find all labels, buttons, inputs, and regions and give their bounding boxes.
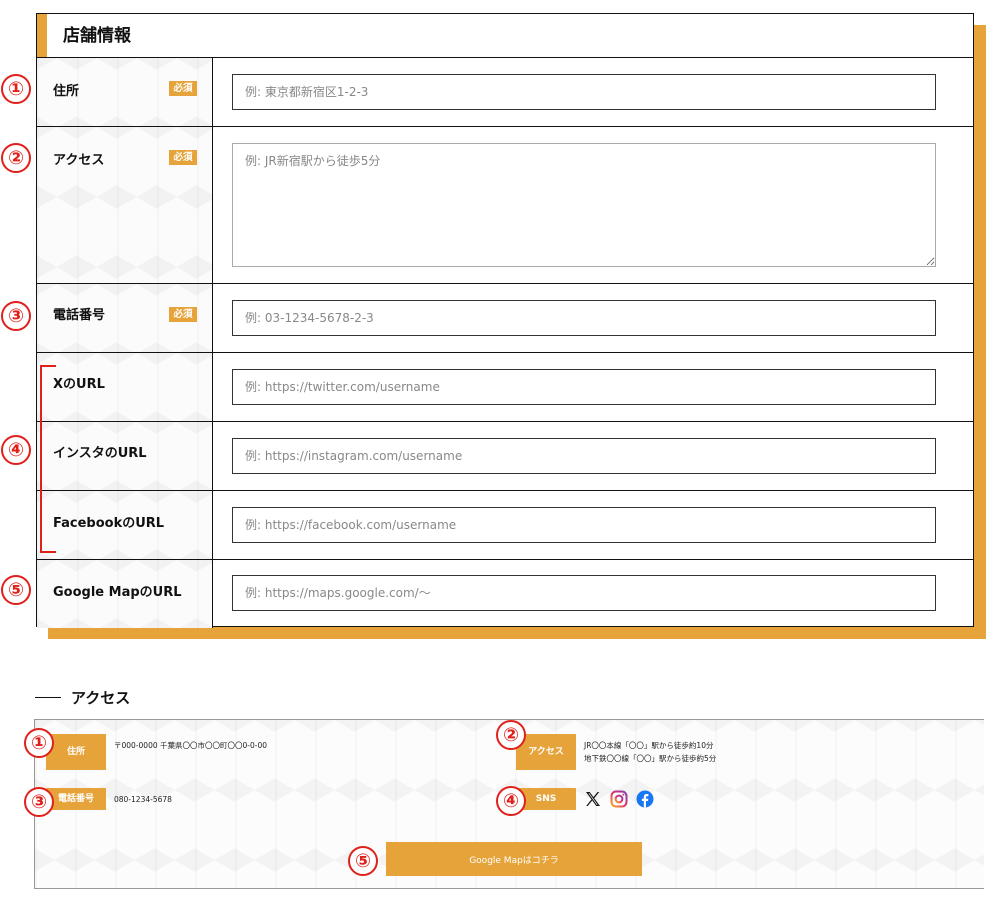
address-value: 〒000-0000 千葉県〇〇市〇〇町〇〇0-0-00	[114, 741, 267, 750]
annotation-marker-5: ⑤	[348, 846, 378, 876]
x-url-input[interactable]	[232, 369, 936, 405]
form-row-access: アクセス 必須	[37, 127, 973, 284]
form-header: 店舗情報	[37, 14, 973, 58]
annotation-marker-3: ③	[24, 787, 54, 817]
phone-value: 080-1234-5678	[114, 795, 172, 804]
field-label: アクセス	[53, 153, 105, 168]
label-cell: アクセス 必須	[37, 127, 213, 283]
required-badge: 必須	[169, 81, 197, 96]
sns-icons	[584, 790, 654, 808]
instagram-icon[interactable]	[610, 790, 628, 808]
address-input[interactable]	[232, 74, 936, 110]
google-map-url-input[interactable]	[232, 575, 936, 611]
field-label: Google MapのURL	[53, 585, 182, 600]
instagram-url-input[interactable]	[232, 438, 936, 474]
annotation-marker-1: ①	[1, 74, 31, 104]
phone-input[interactable]	[232, 300, 936, 336]
field-label: XのURL	[53, 377, 105, 392]
google-map-button[interactable]: Google Mapはコチラ	[386, 842, 642, 876]
label-cell: Google MapのURL	[37, 560, 213, 628]
label-cell: インスタのURL	[37, 422, 213, 490]
annotation-marker-2: ②	[496, 720, 526, 750]
access-heading-text: アクセス	[71, 689, 131, 707]
x-icon[interactable]	[584, 790, 602, 808]
address-label: 住所	[46, 734, 106, 770]
phone-label: 電話番号	[46, 788, 106, 810]
required-badge: 必須	[169, 150, 197, 165]
header-accent-bar	[37, 14, 47, 57]
required-badge: 必須	[169, 307, 197, 322]
annotation-marker-4: ④	[1, 435, 31, 465]
field-label: FacebookのURL	[53, 516, 165, 531]
annotation-marker-3: ③	[1, 301, 31, 331]
access-textarea[interactable]	[232, 143, 936, 267]
field-label: インスタのURL	[53, 446, 147, 461]
facebook-icon[interactable]	[636, 790, 654, 808]
label-cell: 電話番号 必須	[37, 284, 213, 352]
form-row-x-url: XのURL	[37, 353, 973, 422]
field-label: 住所	[53, 84, 80, 99]
field-label: 電話番号	[53, 308, 106, 323]
annotation-marker-2: ②	[1, 143, 31, 173]
form-row-instagram-url: インスタのURL	[37, 422, 973, 491]
annotation-bracket	[40, 365, 56, 553]
form-row-facebook-url: FacebookのURL	[37, 491, 973, 560]
access-line-1: JR〇〇本線「〇〇」駅から徒歩約10分	[584, 741, 714, 750]
access-line-2: 地下鉄〇〇線「〇〇」駅から徒歩約5分	[584, 754, 717, 763]
heading-line	[35, 697, 61, 698]
form-row-address: 住所 必須	[37, 58, 973, 127]
form-title: 店舗情報	[63, 26, 131, 46]
facebook-url-input[interactable]	[232, 507, 936, 543]
form-row-phone: 電話番号 必須	[37, 284, 973, 353]
label-cell: XのURL	[37, 353, 213, 421]
annotation-marker-4: ④	[496, 786, 526, 816]
annotation-marker-5: ⑤	[1, 575, 31, 605]
store-info-form: 店舗情報 住所 必須 アクセス 必須 電話番号 必須 XのURL インスタ	[36, 13, 974, 628]
label-cell: 住所 必須	[37, 58, 213, 126]
label-cell: FacebookのURL	[37, 491, 213, 559]
form-row-google-map-url: Google MapのURL	[37, 560, 973, 628]
annotation-marker-1: ①	[24, 728, 54, 758]
